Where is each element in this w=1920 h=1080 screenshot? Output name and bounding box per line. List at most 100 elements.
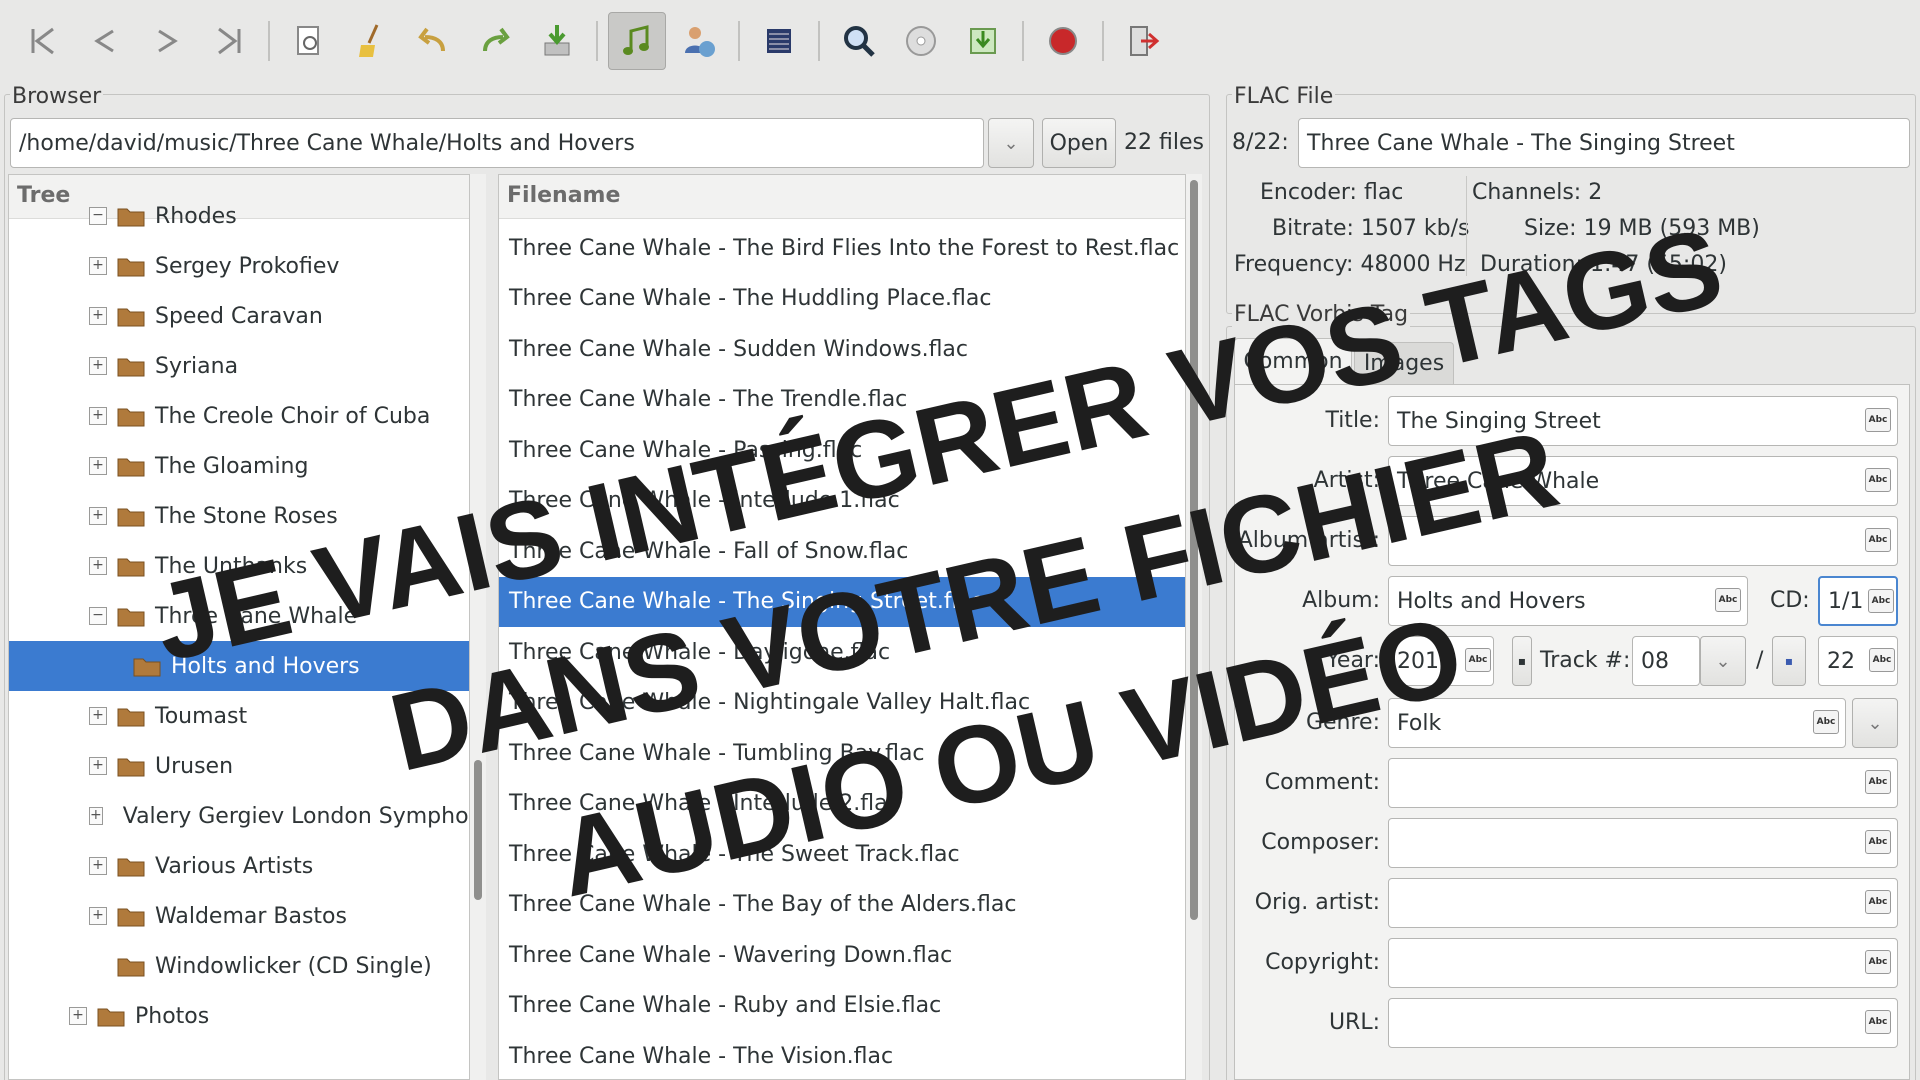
album-field[interactable]: Holts and Hovers Abc (1388, 576, 1748, 626)
year-field[interactable]: 2012 Abc (1388, 636, 1494, 686)
redo-icon[interactable] (466, 12, 524, 70)
expand-icon[interactable]: + (89, 507, 107, 525)
title-field[interactable]: The Singing Street Abc (1388, 396, 1898, 446)
stop-icon[interactable] (1034, 12, 1092, 70)
spellcheck-icon[interactable]: Abc (1865, 830, 1891, 854)
previous-icon[interactable] (76, 12, 134, 70)
tree-scroll-thumb[interactable] (474, 760, 482, 900)
undo-icon[interactable] (404, 12, 462, 70)
spellcheck-icon[interactable]: Abc (1865, 770, 1891, 794)
expand-icon[interactable]: + (89, 857, 107, 875)
file-row[interactable]: Three Cane Whale - Wavering Down.flac (499, 930, 1185, 980)
track-field[interactable]: 08 (1632, 636, 1700, 686)
tab-common[interactable]: Common (1234, 338, 1352, 384)
tree-item[interactable]: + Various Artists (9, 841, 469, 891)
tree-item[interactable]: − Three Cane Whale (9, 591, 469, 641)
next-icon[interactable] (138, 12, 196, 70)
tree-item[interactable]: − Rhodes (9, 191, 469, 241)
copyright-field[interactable]: Abc (1388, 938, 1898, 988)
tab-images[interactable]: Images (1354, 342, 1454, 384)
expand-icon[interactable]: + (89, 257, 107, 275)
file-row[interactable]: Three Cane Whale - Fall of Snow.flac (499, 526, 1185, 576)
file-row[interactable]: Three Cane Whale - The Sweet Track.flac (499, 829, 1185, 879)
spellcheck-icon[interactable]: Abc (1868, 589, 1894, 613)
tree-item[interactable]: + Valery Gergiev London Symphony (9, 791, 469, 841)
file-row[interactable]: Three Cane Whale - Sudden Windows.flac (499, 324, 1185, 374)
spellcheck-icon[interactable]: Abc (1865, 890, 1891, 914)
last-icon[interactable] (200, 12, 258, 70)
save-icon[interactable] (528, 12, 586, 70)
tree-item[interactable]: + Urusen (9, 741, 469, 791)
file-row[interactable]: Three Cane Whale - The Bird Flies Into t… (499, 223, 1185, 273)
path-dropdown-button[interactable]: ⌄ (988, 118, 1034, 168)
open-button[interactable]: Open (1042, 118, 1116, 168)
file-row[interactable]: Three Cane Whale - Dayligone.flac (499, 627, 1185, 677)
filename-header[interactable]: Filename (499, 175, 1185, 219)
list-view-icon[interactable] (750, 12, 808, 70)
file-row[interactable]: Three Cane Whale - Ruby and Elsie.flac (499, 981, 1185, 1031)
file-row[interactable]: Three Cane Whale - Passing.flac (499, 425, 1185, 475)
quit-icon[interactable] (1114, 12, 1172, 70)
spellcheck-icon[interactable]: Abc (1465, 648, 1491, 672)
tree-item[interactable]: + The Gloaming (9, 441, 469, 491)
tree-item[interactable]: + The Unthanks (9, 541, 469, 591)
expand-icon[interactable]: + (89, 357, 107, 375)
scan-file-icon[interactable] (280, 12, 338, 70)
file-row[interactable]: Three Cane Whale - The Singing Street.fl… (499, 576, 1185, 627)
comment-field[interactable]: Abc (1388, 758, 1898, 808)
write-playlist-icon[interactable] (954, 12, 1012, 70)
expand-icon[interactable]: + (89, 707, 107, 725)
file-row[interactable]: Three Cane Whale - Tumbling Bay.flac (499, 728, 1185, 778)
file-row[interactable]: Three Cane Whale - The Trendle.flac (499, 375, 1185, 425)
spellcheck-icon[interactable]: Abc (1865, 1010, 1891, 1034)
year-to-track-button[interactable]: ▪ (1512, 636, 1532, 686)
spellcheck-icon[interactable]: Abc (1865, 468, 1891, 492)
genre-dropdown-button[interactable]: ⌄ (1852, 698, 1898, 748)
tree-item[interactable]: + Photos (9, 991, 469, 1041)
tree-item[interactable]: + The Creole Choir of Cuba (9, 391, 469, 441)
expand-icon[interactable]: + (69, 1007, 87, 1025)
file-row[interactable]: Three Cane Whale - The Bay of the Alders… (499, 880, 1185, 930)
spellcheck-icon[interactable]: Abc (1865, 950, 1891, 974)
spellcheck-icon[interactable]: Abc (1813, 710, 1839, 734)
remove-tags-icon[interactable] (342, 12, 400, 70)
tree-item[interactable]: + Sergey Prokofiev (9, 241, 469, 291)
orig-artist-field[interactable]: Abc (1388, 878, 1898, 928)
spellcheck-icon[interactable]: Abc (1715, 588, 1741, 612)
tree-item[interactable]: + Toumast (9, 691, 469, 741)
tree-item[interactable]: + The Stone Roses (9, 491, 469, 541)
composer-field[interactable]: Abc (1388, 818, 1898, 868)
tree-scrollbar[interactable] (470, 174, 486, 1080)
file-row[interactable]: Three Cane Whale - The Huddling Place.fl… (499, 274, 1185, 324)
track-total-button[interactable]: ▪ (1772, 636, 1806, 686)
album-artist-field[interactable]: Abc (1388, 516, 1898, 566)
expand-icon[interactable]: + (89, 757, 107, 775)
tree-item[interactable]: Holts and Hovers (9, 641, 469, 691)
collapse-icon[interactable]: − (89, 607, 107, 625)
file-row[interactable]: Three Cane Whale - Interlude 1.flac (499, 476, 1185, 526)
path-input[interactable]: /home/david/music/Three Cane Whale/Holts… (10, 118, 984, 168)
spellcheck-icon[interactable]: Abc (1869, 648, 1895, 672)
file-row[interactable]: Three Cane Whale - Interlude 2.flac (499, 779, 1185, 829)
spellcheck-icon[interactable]: Abc (1865, 408, 1891, 432)
expand-icon[interactable]: + (89, 457, 107, 475)
cd-field[interactable]: 1/1 Abc (1818, 576, 1898, 626)
music-note-icon[interactable] (608, 12, 666, 70)
tree-item[interactable]: + Waldemar Bastos (9, 891, 469, 941)
search-icon[interactable] (830, 12, 888, 70)
url-field[interactable]: Abc (1388, 998, 1898, 1048)
spellcheck-icon[interactable]: Abc (1865, 528, 1891, 552)
track-dropdown-button[interactable]: ⌄ (1700, 636, 1746, 686)
expand-icon[interactable]: + (89, 557, 107, 575)
file-scroll-thumb[interactable] (1190, 180, 1198, 920)
expand-icon[interactable]: + (89, 807, 103, 825)
expand-icon[interactable]: + (89, 307, 107, 325)
tree-item[interactable]: + Speed Caravan (9, 291, 469, 341)
artist-field[interactable]: Three Cane Whale Abc (1388, 456, 1898, 506)
file-row[interactable]: Three Cane Whale - The Vision.flac (499, 1031, 1185, 1079)
cd-icon[interactable] (892, 12, 950, 70)
track-total-field[interactable]: 22 Abc (1818, 636, 1898, 686)
tree-item[interactable]: Windowlicker (CD Single) (9, 941, 469, 991)
expand-icon[interactable]: + (89, 407, 107, 425)
file-row[interactable]: Three Cane Whale - Nightingale Valley Ha… (499, 678, 1185, 728)
